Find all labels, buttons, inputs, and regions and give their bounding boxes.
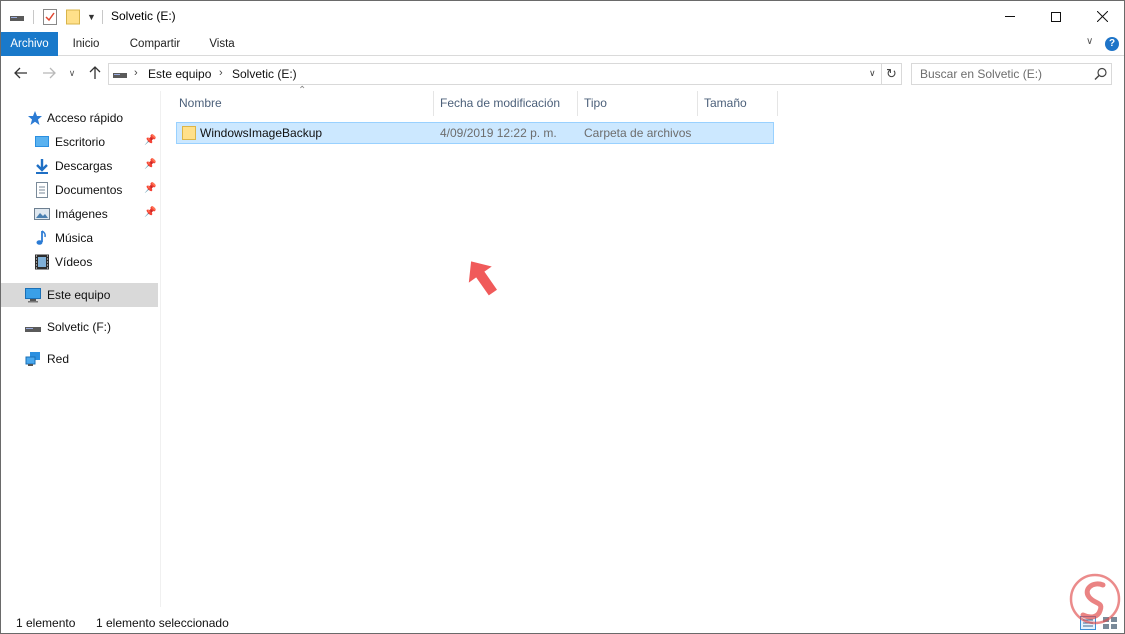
sidebar-item-label: Música — [55, 231, 94, 245]
pin-icon[interactable]: 📌 — [144, 183, 156, 194]
sidebar-item-musica[interactable]: Música — [1, 226, 158, 250]
search-icon[interactable] — [1094, 67, 1108, 81]
expand-ribbon-icon[interactable]: ∨ — [1086, 36, 1093, 47]
sidebar-item-escritorio[interactable]: Escritorio 📌 — [1, 130, 158, 154]
file-name: WindowsImageBackup — [200, 126, 323, 140]
column-header-fecha[interactable]: Fecha de modificación — [440, 91, 560, 116]
column-divider[interactable] — [577, 91, 578, 116]
column-header-tipo[interactable]: Tipo — [584, 91, 607, 116]
sidebar-item-label: Este equipo — [47, 288, 111, 302]
solvetic-logo-watermark — [1069, 573, 1121, 625]
sidebar-item-imagenes[interactable]: Imágenes 📌 — [1, 202, 158, 226]
selection-count: 1 elemento seleccionado — [96, 616, 229, 630]
back-arrow-icon — [14, 67, 27, 79]
music-icon — [36, 230, 46, 245]
item-count: 1 elemento — [16, 616, 76, 630]
sidebar-item-label: Imágenes — [55, 207, 108, 221]
sort-ascending-icon: ⌃ — [298, 85, 307, 96]
sidebar-item-documentos[interactable]: Documentos 📌 — [1, 178, 158, 202]
up-arrow-icon — [89, 66, 101, 79]
search-box[interactable] — [911, 63, 1112, 85]
sidebar-item-label: Solvetic (F:) — [47, 320, 112, 334]
column-header-tamano[interactable]: Tamaño — [704, 91, 747, 116]
refresh-icon: ↻ — [886, 66, 897, 81]
pictures-icon — [34, 208, 50, 220]
download-icon — [36, 159, 48, 174]
network-icon — [25, 352, 40, 366]
navigation-pane: Acceso rápido Escritorio 📌 Descargas 📌 D… — [1, 91, 161, 607]
sidebar-item-este-equipo[interactable]: Este equipo — [1, 283, 158, 307]
column-header-nombre[interactable]: Nombre — [179, 91, 222, 116]
pin-icon[interactable]: 📌 — [144, 135, 156, 146]
folder-icon — [182, 126, 196, 140]
column-divider[interactable] — [777, 91, 778, 116]
forward-button[interactable] — [39, 63, 59, 83]
ribbon-tabs: Archivo Inicio Compartir Vista ∨ ? — [1, 32, 1124, 56]
sidebar-item-descargas[interactable]: Descargas 📌 — [1, 154, 158, 178]
sidebar-item-label: Documentos — [55, 183, 123, 197]
address-bar[interactable]: › Este equipo › Solvetic (E:) ∨ — [108, 63, 882, 85]
sidebar-item-solvetic-f[interactable]: Solvetic (F:) — [1, 315, 158, 339]
search-input[interactable] — [912, 64, 1092, 84]
annotation-arrow-icon — [468, 261, 497, 296]
address-dropdown-icon[interactable]: ∨ — [869, 68, 876, 79]
pin-icon[interactable]: 📌 — [144, 159, 156, 170]
sidebar-item-red[interactable]: Red — [1, 347, 158, 371]
breadcrumb-chevron-icon[interactable]: › — [219, 67, 223, 79]
file-row-windowsimagebackup[interactable]: WindowsImageBackup 4/09/2019 12:22 p. m.… — [176, 122, 774, 144]
drive-icon — [10, 1, 24, 32]
properties-icon[interactable] — [43, 1, 57, 32]
tab-compartir[interactable]: Compartir — [114, 32, 196, 56]
tab-archivo[interactable]: Archivo — [1, 32, 58, 56]
drive-icon — [25, 327, 41, 332]
quick-access-separator — [33, 10, 34, 24]
forward-arrow-icon — [43, 67, 56, 79]
drive-icon — [113, 73, 127, 78]
desktop-icon — [35, 136, 49, 147]
customize-quick-access-icon[interactable]: ▼ — [87, 1, 96, 32]
file-type: Carpeta de archivos — [584, 126, 692, 140]
minimize-button[interactable] — [987, 1, 1033, 32]
back-button[interactable] — [11, 63, 31, 83]
videos-icon — [35, 254, 49, 270]
column-divider[interactable] — [697, 91, 698, 116]
explorer-window: ▼ Solvetic (E:) Archivo Inicio Compartir… — [0, 0, 1125, 634]
breadcrumb-current-drive[interactable]: Solvetic (E:) — [232, 67, 297, 81]
minimize-icon — [1005, 16, 1015, 17]
sidebar-item-quick-access[interactable]: Acceso rápido — [1, 106, 158, 130]
file-list: ⌃ Nombre Fecha de modificación Tipo Tama… — [161, 85, 1124, 607]
refresh-button[interactable]: ↻ — [882, 63, 902, 85]
status-bar: 1 elemento 1 elemento seleccionado — [1, 609, 1124, 633]
close-button[interactable] — [1079, 1, 1124, 32]
documents-icon — [36, 182, 48, 198]
sidebar-item-label: Descargas — [55, 159, 113, 173]
file-modified-date: 4/09/2019 12:22 p. m. — [440, 126, 557, 140]
help-icon[interactable]: ? — [1105, 37, 1119, 51]
pin-icon[interactable]: 📌 — [144, 207, 156, 218]
tab-inicio[interactable]: Inicio — [58, 32, 114, 56]
sidebar-item-videos[interactable]: Vídeos — [1, 250, 158, 274]
title-separator — [102, 10, 103, 24]
up-button[interactable] — [85, 63, 105, 83]
sidebar-item-label: Red — [47, 352, 70, 366]
sidebar-item-label: Escritorio — [55, 135, 106, 149]
sidebar-item-label: Vídeos — [55, 255, 93, 269]
computer-icon — [25, 288, 41, 303]
navigation-bar: ∨ › Este equipo › Solvetic (E:) ∨ ↻ — [1, 57, 1124, 91]
new-folder-icon[interactable] — [66, 1, 80, 32]
breadcrumb-este-equipo[interactable]: Este equipo — [148, 67, 211, 81]
tab-vista[interactable]: Vista — [196, 32, 248, 56]
close-icon — [1096, 11, 1108, 22]
breadcrumb-chevron-icon[interactable]: › — [134, 67, 138, 79]
title-bar: ▼ Solvetic (E:) — [1, 1, 1124, 32]
star-icon — [28, 111, 42, 125]
maximize-icon — [1051, 11, 1061, 22]
sidebar-item-label: Acceso rápido — [47, 111, 124, 125]
window-title: Solvetic (E:) — [111, 9, 176, 23]
maximize-button[interactable] — [1033, 1, 1079, 32]
recent-locations-chevron-icon[interactable]: ∨ — [65, 63, 79, 83]
column-divider[interactable] — [433, 91, 434, 116]
